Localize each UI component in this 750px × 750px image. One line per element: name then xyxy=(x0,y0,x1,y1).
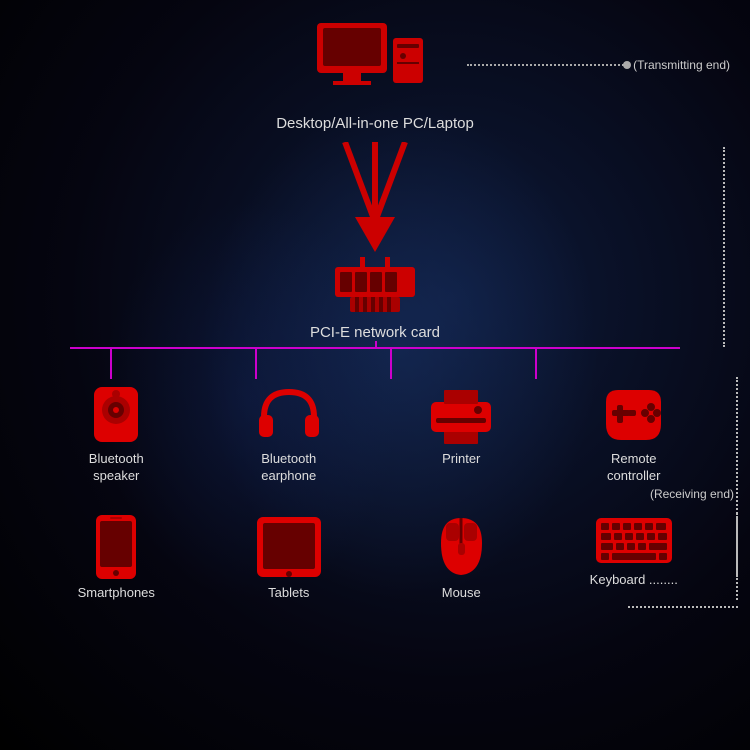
remote-controller-item: Remotecontroller xyxy=(569,382,699,485)
devices-row-1: Bluetoothspeaker Bluetoothearphone xyxy=(0,382,750,485)
smartphones-label: Smartphones xyxy=(78,585,155,600)
bluetooth-earphone-item: Bluetoothearphone xyxy=(224,382,354,485)
tablets-label: Tablets xyxy=(268,585,309,600)
mouse-label: Mouse xyxy=(442,585,481,600)
bluetooth-speaker-item: Bluetoothspeaker xyxy=(51,382,181,485)
keyboard-icon xyxy=(594,513,674,568)
mouse-item: Mouse xyxy=(396,513,526,600)
bluetooth-speaker-label: Bluetoothspeaker xyxy=(89,451,144,485)
receiving-end-label: (Receiving end) xyxy=(0,487,750,501)
pc-icons xyxy=(315,18,435,113)
gamepad-icon xyxy=(596,382,671,447)
printer-label: Printer xyxy=(442,451,480,466)
headphones-icon xyxy=(254,382,324,447)
devices-row-2: Smartphones Tablets Mouse xyxy=(0,513,750,600)
remote-controller-label: Remotecontroller xyxy=(607,451,660,485)
pci-card-icon xyxy=(330,257,420,322)
tablet-item: Tablets xyxy=(224,513,354,600)
pci-label: PCI-E network card xyxy=(310,324,440,341)
smartphone-item: Smartphones xyxy=(51,513,181,600)
connection-arrow xyxy=(325,142,425,267)
keyboard-item: Keyboard ........ xyxy=(569,513,699,600)
speaker-icon xyxy=(86,382,146,447)
transmitting-end-label: (Transmitting end) xyxy=(633,58,730,72)
printer-item: Printer xyxy=(396,382,526,485)
mouse-icon xyxy=(434,513,489,581)
phone-icon xyxy=(92,513,140,581)
connector-lines xyxy=(15,347,735,382)
tablet-icon xyxy=(253,513,325,581)
keyboard-label: Keyboard ........ xyxy=(590,572,678,587)
printer-icon xyxy=(426,382,496,447)
pc-label: Desktop/All-in-one PC/Laptop xyxy=(276,115,474,132)
bluetooth-earphone-label: Bluetoothearphone xyxy=(261,451,316,485)
